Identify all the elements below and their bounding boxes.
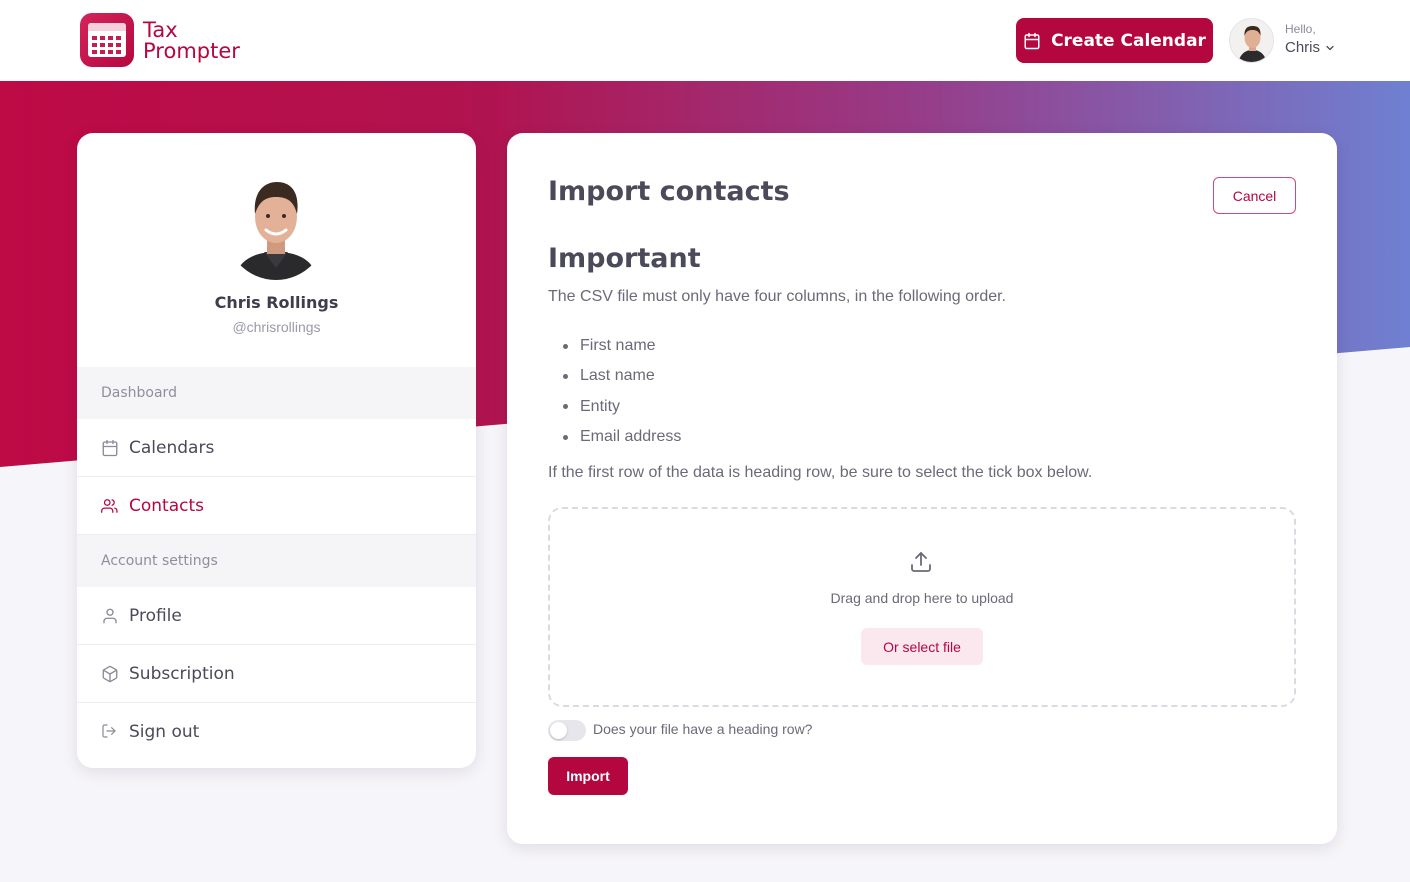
heading-row-note: If the first row of the data is heading … bbox=[548, 464, 1093, 481]
sidebar-item-label: Sign out bbox=[129, 722, 200, 742]
sidebar-item-label: Subscription bbox=[129, 663, 235, 684]
sidebar-item-calendars[interactable]: Calendars bbox=[77, 419, 476, 477]
calendar-icon bbox=[101, 439, 119, 457]
list-item: Last name bbox=[563, 361, 681, 391]
sidebar-item-label: Profile bbox=[129, 605, 182, 626]
user-menu-toggle[interactable]: Chris bbox=[1285, 39, 1336, 56]
sign-out-icon bbox=[101, 723, 119, 741]
brand-name[interactable]: Tax Prompter bbox=[143, 20, 240, 62]
box-icon bbox=[101, 665, 119, 683]
user-avatar[interactable] bbox=[1229, 18, 1274, 63]
import-contacts-card bbox=[507, 133, 1337, 844]
csv-instructions: The CSV file must only have four columns… bbox=[548, 288, 1006, 305]
heading-row-toggle[interactable] bbox=[548, 720, 586, 741]
import-button[interactable]: Import bbox=[548, 757, 628, 795]
create-calendar-button[interactable]: Create Calendar bbox=[1016, 18, 1213, 63]
important-heading: Important bbox=[548, 243, 701, 274]
sidebar-item-label: Calendars bbox=[129, 437, 215, 458]
cancel-button[interactable]: Cancel bbox=[1213, 177, 1296, 214]
profile-name: Chris Rollings bbox=[214, 293, 339, 312]
calendar-logo-icon[interactable] bbox=[80, 13, 134, 67]
greeting-text: Hello, bbox=[1285, 22, 1316, 36]
sidebar-section-account-settings: Account settings bbox=[77, 535, 476, 587]
sidebar-item-subscription[interactable]: Subscription bbox=[77, 645, 476, 703]
sidebar-menu: Dashboard Calendars Contacts Account set… bbox=[77, 367, 476, 761]
file-dropzone[interactable]: Drag and drop here to upload Or select f… bbox=[548, 507, 1296, 707]
heading-row-toggle-label: Does your file have a heading row? bbox=[593, 721, 813, 737]
sidebar-item-sign-out[interactable]: Sign out bbox=[77, 703, 476, 761]
list-item: Entity bbox=[563, 392, 681, 422]
chevron-down-icon bbox=[1326, 45, 1334, 50]
calendar-icon bbox=[1024, 32, 1040, 49]
upload-icon bbox=[909, 550, 933, 574]
sidebar-item-profile[interactable]: Profile bbox=[77, 587, 476, 645]
brand-name-line2: Prompter bbox=[143, 39, 240, 63]
sidebar-section-dashboard: Dashboard bbox=[77, 367, 476, 419]
select-file-button[interactable]: Or select file bbox=[861, 628, 983, 665]
create-calendar-label: Create Calendar bbox=[1051, 30, 1206, 51]
top-header: Tax Prompter Create Calendar Hello, Chri… bbox=[0, 0, 1410, 81]
sidebar-item-contacts[interactable]: Contacts bbox=[77, 477, 476, 535]
brand-name-line1: Tax bbox=[143, 18, 178, 42]
dropzone-text: Drag and drop here to upload bbox=[830, 590, 1014, 606]
users-icon bbox=[101, 497, 119, 515]
required-columns-list: First name Last name Entity Email addres… bbox=[563, 331, 681, 452]
profile-handle: @chrisrollings bbox=[232, 319, 321, 335]
list-item: First name bbox=[563, 331, 681, 361]
user-first-name: Chris bbox=[1285, 39, 1321, 56]
sidebar-item-label: Contacts bbox=[129, 495, 204, 516]
profile-photo bbox=[224, 172, 328, 280]
page-title: Import contacts bbox=[548, 176, 790, 207]
user-icon bbox=[101, 607, 119, 625]
list-item: Email address bbox=[563, 422, 681, 452]
